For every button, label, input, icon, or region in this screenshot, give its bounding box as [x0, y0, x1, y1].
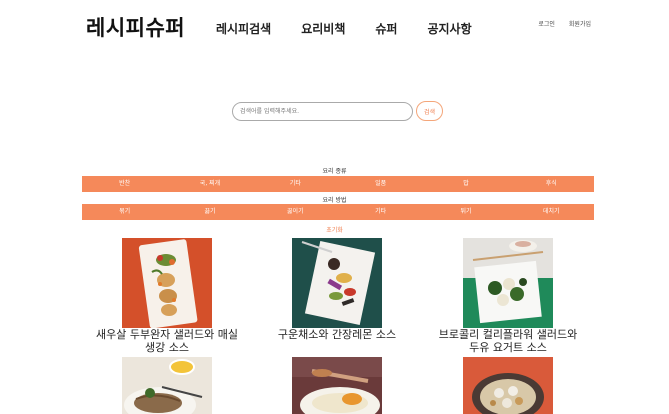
site-header: 레시피슈퍼 레시피검색 요리비책 슈퍼 공지사항 로그인 회원가입	[0, 0, 669, 56]
stew-dish-image	[463, 357, 553, 414]
recipe-title-line: 생강 소스	[145, 341, 189, 354]
search-button[interactable]: 검색	[416, 101, 443, 121]
method-filter-deep-fry[interactable]: 튀기	[423, 204, 508, 220]
soup-dish-image	[292, 357, 382, 414]
cooking-method-bar: 볶기 끓기 끓이기 기타 튀기 데치기	[82, 204, 594, 220]
recipe-title-line: 구운채소와 간장레몬 소스	[277, 328, 397, 341]
cuisine-type-label: 요리 종류	[322, 168, 347, 175]
type-filter-rice[interactable]: 밥	[423, 176, 508, 192]
method-filter-stir-fry[interactable]: 볶기	[82, 204, 167, 220]
recipe-thumbnail[interactable]	[122, 357, 212, 414]
type-filter-single-dish[interactable]: 일품	[338, 176, 423, 192]
shrimp-salad-image	[122, 238, 212, 328]
recipe-thumbnail[interactable]	[463, 357, 553, 414]
login-link[interactable]: 로그인	[538, 19, 555, 28]
type-filter-etc[interactable]: 기타	[253, 176, 338, 192]
method-filter-blanch[interactable]: 데치기	[509, 204, 594, 220]
user-links: 로그인 회원가입	[538, 19, 591, 28]
nav-super[interactable]: 슈퍼	[375, 20, 397, 37]
recipe-thumbnail[interactable]	[292, 357, 382, 414]
signup-link[interactable]: 회원가입	[569, 19, 591, 28]
search-input[interactable]	[232, 101, 413, 121]
reset-filters-link[interactable]: 초기화	[0, 225, 669, 234]
type-filter-dessert[interactable]: 후식	[509, 176, 594, 192]
method-filter-simmer[interactable]: 끓이기	[253, 204, 338, 220]
recipe-thumbnail[interactable]	[122, 238, 212, 328]
noodle-dish-image	[122, 357, 212, 414]
recipe-title-line: 브로콜리 컬리플라워 샐러드와	[438, 328, 578, 341]
main-nav: 레시피검색 요리비책 슈퍼 공지사항	[216, 20, 502, 37]
method-filter-etc[interactable]: 기타	[338, 204, 423, 220]
nav-recipe-search[interactable]: 레시피검색	[216, 20, 271, 37]
cuisine-type-bar: 반찬 국, 찌개 기타 일품 밥 후식	[82, 176, 594, 192]
grilled-vegetables-image	[292, 238, 382, 328]
recipe-title[interactable]: 브로콜리 컬리플라워 샐러드와 두유 요거트 소스	[408, 328, 608, 354]
method-filter-boil[interactable]: 끓기	[167, 204, 252, 220]
nav-cooking-tips[interactable]: 요리비책	[301, 20, 345, 37]
search-bar: 검색	[232, 101, 443, 121]
broccoli-salad-image	[463, 238, 553, 328]
recipe-thumbnail[interactable]	[463, 238, 553, 328]
site-logo[interactable]: 레시피슈퍼	[86, 12, 185, 42]
type-filter-soup[interactable]: 국, 찌개	[167, 176, 252, 192]
recipe-thumbnail[interactable]	[292, 238, 382, 328]
type-filter-side-dish[interactable]: 반찬	[82, 176, 167, 192]
nav-notice[interactable]: 공지사항	[427, 20, 471, 37]
recipe-title-line: 두유 요거트 소스	[469, 341, 547, 354]
cooking-method-label: 요리 방법	[322, 197, 347, 204]
recipe-title[interactable]: 구운채소와 간장레몬 소스	[237, 328, 437, 341]
